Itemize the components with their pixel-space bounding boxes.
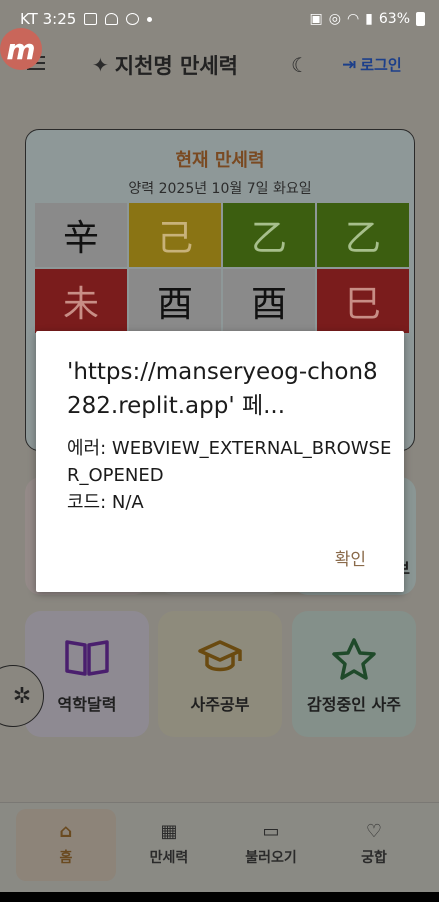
bottom-navigation: ⌂ 홈 ▦ 만세력 ▭ 불러오기 ♡ 궁합	[0, 802, 439, 892]
system-gesture-bar	[0, 892, 439, 902]
stem-cell: 辛	[35, 203, 127, 267]
nav-label: 불러오기	[245, 850, 297, 866]
sparkle-icon: ✦	[92, 53, 109, 77]
alarm-icon: ◎	[328, 11, 341, 27]
carrier-time: KT 3:25	[20, 10, 77, 28]
login-button[interactable]: ⇥ 로그인	[342, 54, 402, 75]
branch-cell: 未	[35, 269, 127, 333]
drive-icon	[105, 13, 119, 25]
tile-label: 감정중인 사주	[307, 695, 401, 714]
signal-icon: ▮	[365, 11, 373, 27]
stem-cell: 己	[129, 203, 221, 267]
card-title: 현재 만세력	[175, 150, 265, 171]
confirm-button[interactable]: 확인	[335, 545, 366, 570]
nav-label: 만세력	[149, 850, 189, 866]
nav-load[interactable]: ▭ 불러오기	[221, 809, 321, 881]
dialog-title: 'https://manseryeog-chon8282.replit.app'…	[67, 359, 378, 419]
nav-home[interactable]: ⌂ 홈	[16, 809, 116, 881]
four-pillars-grid: 辛 己 乙 乙 未 酉 酉 巳	[35, 203, 409, 333]
error-dialog: 'https://manseryeog-chon8282.replit.app'…	[36, 331, 404, 592]
tile-label: 사주공부	[190, 695, 250, 714]
title-group: ✦ 지천명 만세력	[92, 50, 238, 80]
login-label: 로그인	[360, 56, 402, 74]
app-title: 지천명 만세력	[114, 54, 238, 78]
lock-icon: ▣	[309, 11, 323, 27]
nav-compatibility[interactable]: ♡ 궁합	[324, 809, 424, 881]
tile-yeokhak-calendar[interactable]: 역학달력	[25, 611, 149, 737]
branch-cell: 酉	[223, 269, 315, 333]
nav-label: 궁합	[361, 850, 387, 866]
star-icon	[331, 637, 377, 690]
branch-cell: 巳	[317, 269, 409, 333]
login-arrow-icon: ⇥	[342, 54, 357, 75]
status-bar: KT 3:25 ▣ ◎ ◠ ▮ 63%	[0, 0, 439, 38]
battery-icon	[416, 12, 425, 26]
bug-icon: ✲	[12, 683, 32, 709]
nav-manseryeok[interactable]: ▦ 만세력	[119, 809, 219, 881]
tile-saju-in-review[interactable]: 감정중인 사주	[292, 611, 416, 737]
tile-saju-study[interactable]: 사주공부	[158, 611, 282, 737]
floating-m-logo[interactable]: m	[0, 28, 42, 70]
dark-mode-moon-icon[interactable]: ☾	[291, 53, 309, 77]
book-open-icon	[64, 637, 110, 686]
stem-cell: 乙	[223, 203, 315, 267]
branch-cell: 酉	[129, 269, 221, 333]
calendar-icon: ▦	[160, 821, 178, 842]
app-header: ✦ 지천명 만세력 ☾ ⇥ 로그인	[0, 38, 439, 94]
dialog-error-line: 에러: WEBVIEW_EXTERNAL_BROWSER_OPENED	[67, 438, 392, 486]
notification-dot-icon	[147, 16, 153, 22]
wifi-icon: ◠	[346, 11, 360, 27]
chat-icon	[126, 13, 140, 25]
heart-icon: ♡	[365, 821, 383, 842]
stem-cell: 乙	[317, 203, 409, 267]
card-date: 양력 2025년 10월 7일 화요일	[128, 181, 312, 197]
gallery-icon	[84, 13, 98, 25]
home-icon: ⌂	[59, 821, 73, 842]
dialog-code-line: 코드: N/A	[67, 492, 144, 513]
archive-box-icon: ▭	[262, 821, 280, 842]
nav-label: 홈	[59, 850, 73, 866]
dialog-message: 에러: WEBVIEW_EXTERNAL_BROWSER_OPENED 코드: …	[67, 435, 393, 516]
battery-percent: 63%	[378, 11, 410, 27]
graduation-cap-icon	[196, 637, 244, 686]
